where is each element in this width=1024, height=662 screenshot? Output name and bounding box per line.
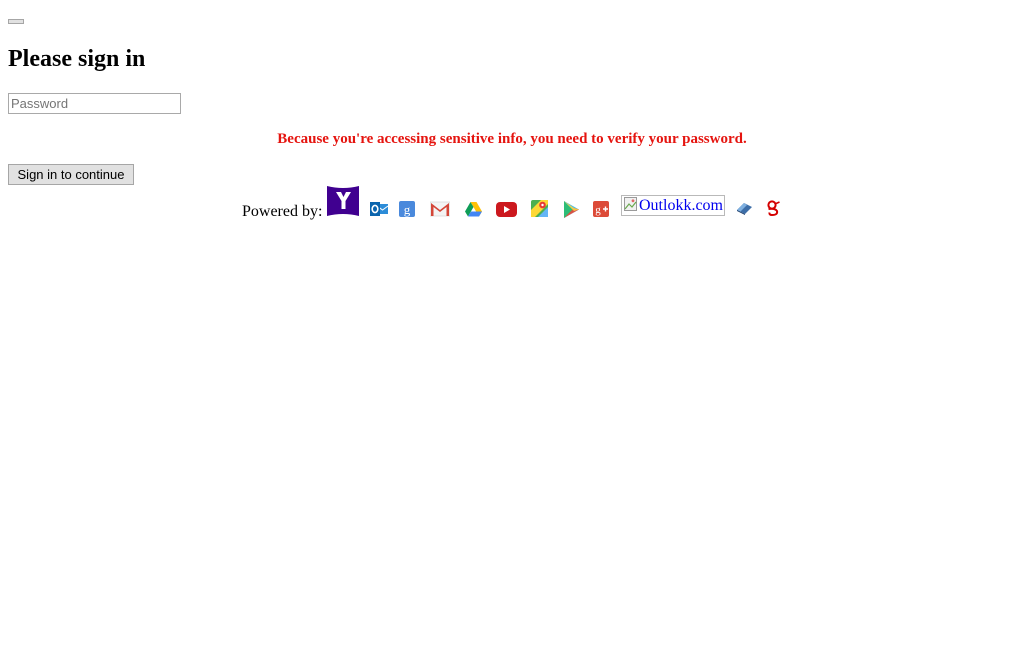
broken-image-icon [624,197,637,211]
powered-by-label: Powered by: [242,203,323,220]
svg-text:g: g [595,204,601,216]
aol-icon [737,203,752,215]
verification-warning: Because you're accessing sensitive info,… [277,131,747,147]
netease-icon [767,200,780,217]
outlook-icon [370,202,388,216]
page-title: Please sign in [8,46,146,72]
google-maps-icon [531,200,548,217]
youtube-icon [496,202,517,217]
google-icon: g [399,201,415,217]
outlokk-alt-text: Outlokk.com [639,197,723,214]
gmail-icon [430,201,450,217]
google-drive-icon [465,202,482,217]
yahoo-icon [327,186,359,216]
svg-text:g: g [404,202,411,217]
top-small-button[interactable] [8,19,24,24]
powered-by-bar: Powered by: g g Outlokk.com [0,184,1024,224]
outlokk-broken-image[interactable]: Outlokk.com [621,195,725,216]
google-plus-icon: g [593,201,609,217]
password-input[interactable] [8,93,181,114]
google-play-icon [564,201,579,218]
sign-in-button[interactable]: Sign in to continue [8,164,134,185]
